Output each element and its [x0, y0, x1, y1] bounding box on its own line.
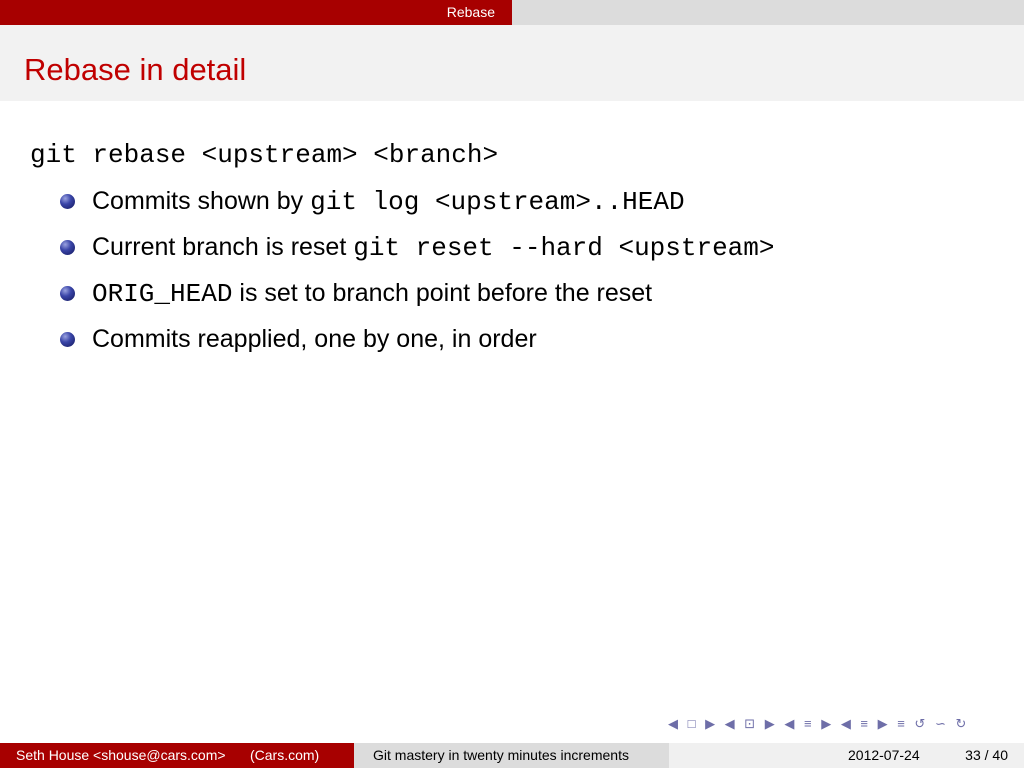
footer-talk-title: Git mastery in twenty minutes increments: [373, 747, 629, 763]
bullet-text: Current branch is reset git reset --hard…: [92, 229, 775, 266]
bullet-text: Commits shown by git log <upstream>..HEA…: [92, 183, 685, 220]
rebase-command: git rebase <upstream> <branch>: [30, 140, 499, 170]
bullet-text: Commits reapplied, one by one, in order: [92, 321, 537, 358]
bullet-ball-icon: [60, 194, 75, 209]
footer-title-box: Git mastery in twenty minutes increments: [354, 743, 669, 768]
bullet-ball-icon: [60, 286, 75, 301]
bullet-code: ORIG_HEAD: [92, 279, 233, 309]
bullet-text-suffix: is set to branch point before the reset: [232, 279, 653, 307]
footer-author: Seth House <shouse@cars.com>: [16, 747, 226, 763]
footer-date-box: 2012-07-24 33 / 40: [669, 743, 1024, 768]
section-name[interactable]: Rebase: [447, 0, 512, 25]
bullet-ball-icon: [60, 332, 75, 347]
footer: Seth House <shouse@cars.com> (Cars.com) …: [0, 743, 1024, 768]
bullet-code: git reset --hard <upstream>: [353, 233, 775, 263]
frame-title: Rebase in detail: [24, 52, 247, 87]
top-bar-right: [512, 0, 1024, 25]
top-bar-left: Rebase: [0, 0, 512, 25]
bullet-code: git log <upstream>..HEAD: [310, 187, 685, 217]
bullet-text: ORIG_HEAD is set to branch point before …: [92, 275, 652, 312]
bullet-ball-icon: [60, 240, 75, 255]
footer-page-number: 33 / 40: [965, 747, 1008, 763]
footer-date: 2012-07-24: [848, 747, 920, 763]
bullet-text-prefix: Current branch is reset: [92, 233, 354, 261]
bullet-text-prefix: Commits shown by: [92, 187, 311, 215]
footer-institute: (Cars.com): [250, 747, 320, 763]
footer-author-box: Seth House <shouse@cars.com> (Cars.com): [0, 743, 354, 768]
top-navigation-bar: Rebase: [0, 0, 1024, 25]
bullet-text-prefix: Commits reapplied, one by one, in order: [92, 325, 537, 353]
beamer-navigation-icons[interactable]: ◀ □ ▶ ◀ ⊡ ▶ ◀ ≡ ▶ ◀ ≡ ▶ ≡ ↺ ∽ ↻: [668, 716, 1020, 734]
